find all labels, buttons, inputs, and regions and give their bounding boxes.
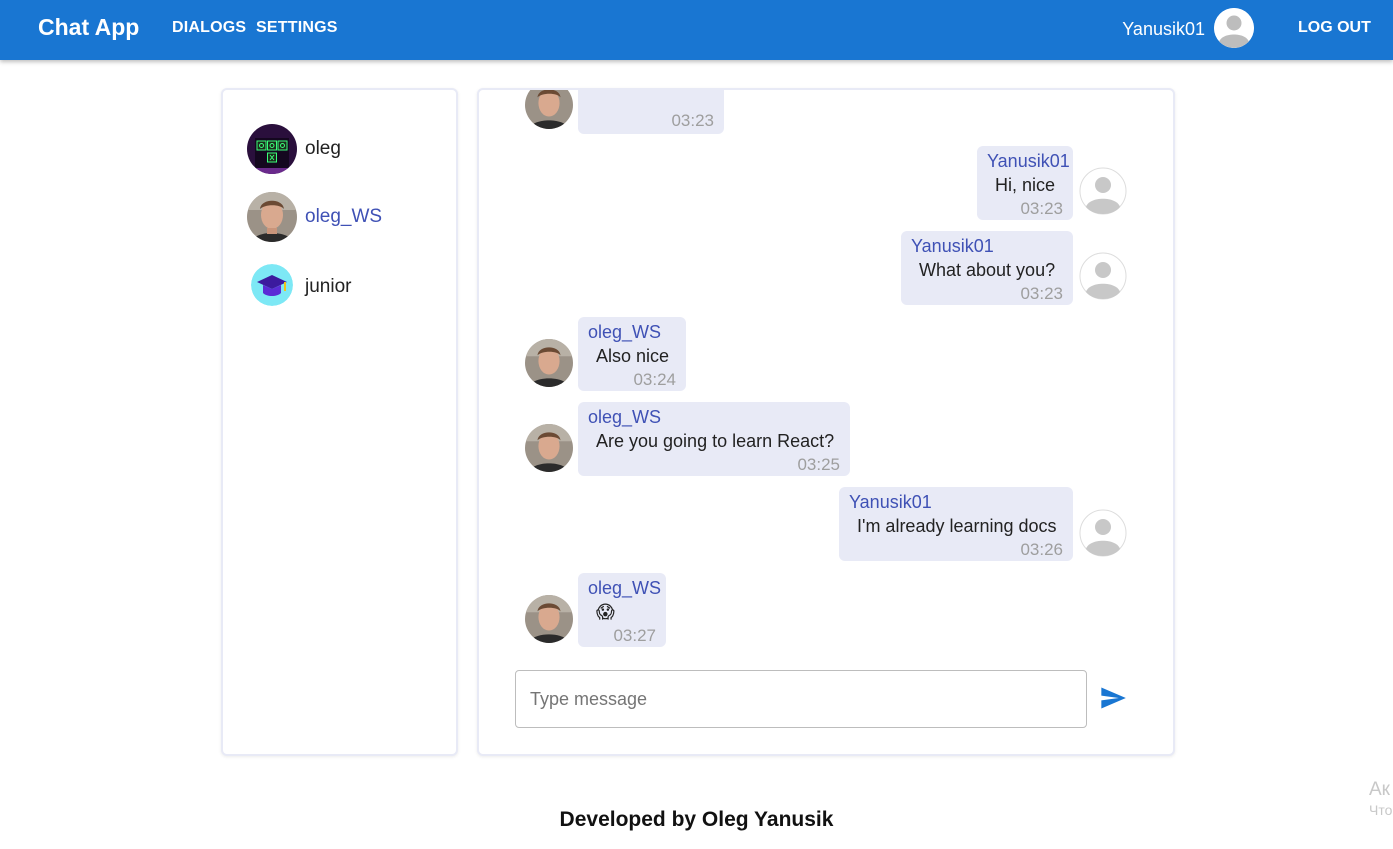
message-text: Are you going to learn React?	[596, 431, 835, 451]
message-input[interactable]	[516, 671, 1086, 727]
message-text: What about you?	[919, 260, 1056, 280]
dialog-item-junior[interactable]: junior	[247, 262, 447, 318]
message-bubble: 03:23	[578, 90, 724, 134]
message-bubble: oleg_WS Also nice 03:24	[578, 317, 686, 391]
dialog-name: oleg	[305, 138, 341, 159]
person-photo-avatar-icon	[523, 90, 575, 131]
message-text: Hi, nice	[995, 175, 1056, 195]
logout-button[interactable]: LOG OUT	[1298, 19, 1371, 37]
message-author: Yanusik01	[849, 492, 932, 512]
person-photo-avatar-icon	[523, 422, 575, 474]
message-bubble: oleg_WS Are you going to learn React? 03…	[578, 402, 850, 476]
message-author: oleg_WS	[588, 322, 662, 342]
message-time: 03:23	[1020, 284, 1063, 303]
message-bubble: Yanusik01 What about you? 03:23	[901, 231, 1073, 305]
message-author: oleg_WS	[588, 578, 662, 598]
message-text	[588, 90, 714, 110]
graduation-cap-avatar-icon	[251, 264, 293, 306]
send-icon[interactable]	[1099, 684, 1127, 712]
nav-dialogs-link[interactable]: DIALOGS	[172, 19, 246, 37]
message-bubble: Yanusik01 Hi, nice 03:23	[977, 146, 1073, 220]
dialog-item-oleg[interactable]: oleg	[247, 124, 447, 180]
app-brand[interactable]: Chat App	[38, 14, 139, 41]
person-photo-avatar-icon	[523, 337, 575, 389]
message-time: 03:23	[671, 111, 714, 130]
message-time: 03:23	[1020, 199, 1063, 218]
user-avatar-icon[interactable]	[1214, 8, 1254, 48]
message-author: Yanusik01	[911, 236, 994, 256]
person-photo-avatar-icon	[523, 593, 575, 645]
person-photo-avatar-icon	[247, 192, 297, 242]
message-composer	[515, 670, 1087, 728]
footer-credit: Developed by Oleg Yanusik	[559, 808, 834, 831]
default-user-avatar-icon	[1077, 250, 1129, 302]
current-username: Yanusik01	[1122, 19, 1205, 39]
message-text: 😱	[596, 602, 615, 622]
message-text: I'm already learning docs	[857, 516, 1057, 536]
message-bubble: Yanusik01 I'm already learning docs 03:2…	[839, 487, 1073, 561]
message-bubble: oleg_WS 😱 03:27	[578, 573, 666, 647]
message-author: oleg_WS	[588, 407, 662, 427]
dialog-item-oleg-ws[interactable]: oleg_WS	[247, 192, 447, 248]
watermark-line: Ак	[1369, 779, 1390, 800]
activation-watermark: Ак Что	[1369, 780, 1392, 820]
message-time: 03:24	[633, 370, 676, 389]
message-author: Yanusik01	[987, 151, 1070, 171]
app-bar: Chat App DIALOGS SETTINGS Yanusik01 LOG …	[0, 0, 1393, 60]
dialog-name: junior	[305, 276, 352, 297]
message-time: 03:27	[613, 626, 656, 645]
default-user-avatar-icon	[1077, 507, 1129, 559]
watermark-line: Что	[1369, 802, 1393, 818]
message-time: 03:26	[1020, 540, 1063, 559]
nav-settings-link[interactable]: SETTINGS	[256, 19, 338, 37]
game-board-avatar-icon	[247, 124, 297, 174]
chat-panel: 03:23 Yanusik01 Hi, nice 03:23 Yanusik01…	[477, 88, 1175, 756]
message-time: 03:25	[797, 455, 840, 474]
message-text: Also nice	[596, 346, 670, 366]
dialog-name: oleg_WS	[305, 206, 383, 227]
default-user-avatar-icon	[1077, 165, 1129, 217]
dialogs-panel: oleg oleg_WS junior	[221, 88, 458, 756]
